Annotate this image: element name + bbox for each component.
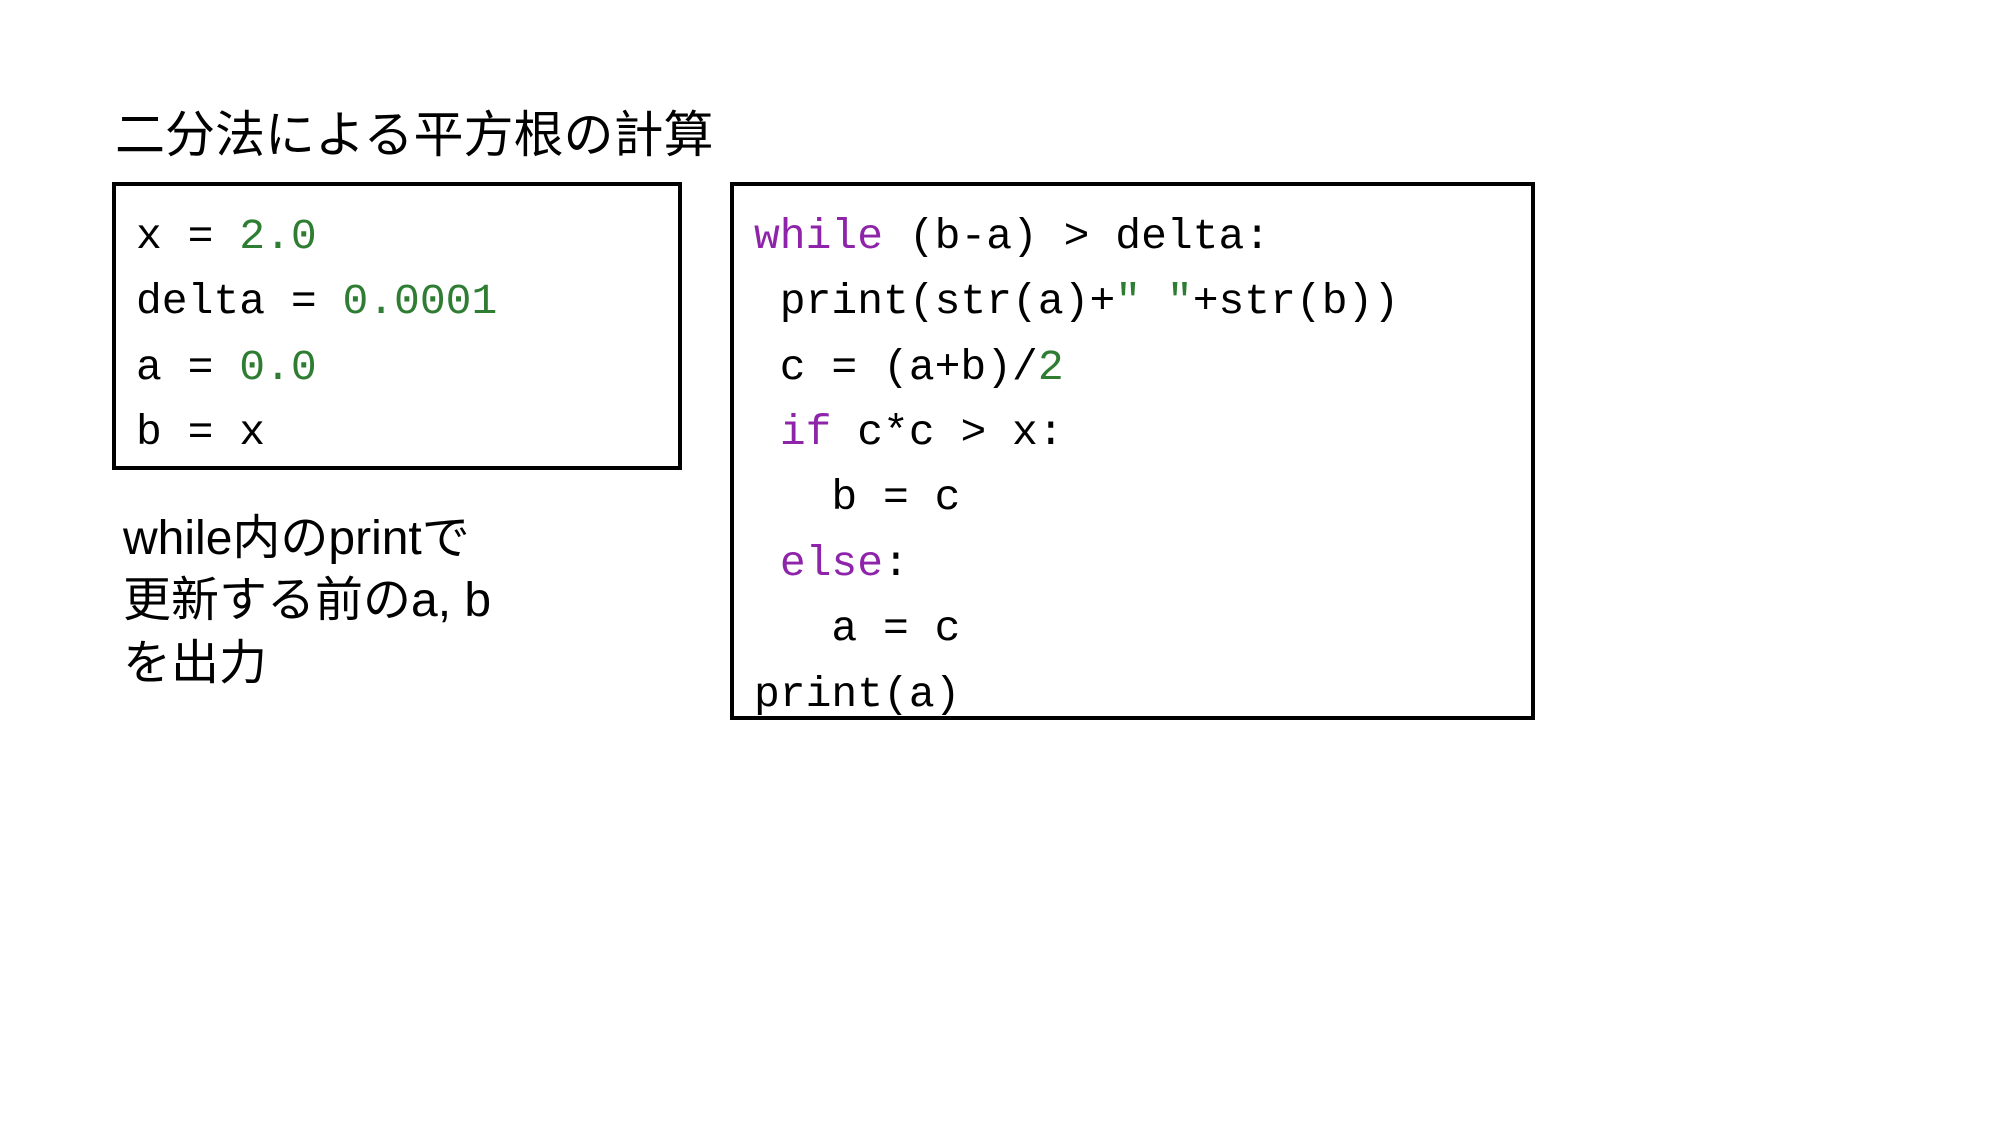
- code-line: while (b-a) > delta:: [754, 204, 1511, 269]
- code-line: if c*c > x:: [754, 400, 1511, 465]
- slide-title: 二分法による平方根の計算: [115, 95, 714, 167]
- code-line: print(a): [754, 662, 1511, 727]
- code-line: a = c: [754, 596, 1511, 661]
- code-line: print(str(a)+" "+str(b)): [754, 269, 1511, 334]
- code-line: b = x: [136, 400, 658, 465]
- code-line: else:: [754, 531, 1511, 596]
- code-line: a = 0.0: [136, 335, 658, 400]
- code-line: b = c: [754, 465, 1511, 530]
- explanation-note: while内のprintで更新する前のa, bを出力: [123, 508, 491, 695]
- code-box-loop: while (b-a) > delta: print(str(a)+" "+st…: [730, 182, 1535, 720]
- code-line: c = (a+b)/2: [754, 335, 1511, 400]
- code-line: delta = 0.0001: [136, 269, 658, 334]
- code-box-initialization: x = 2.0 delta = 0.0001 a = 0.0 b = x: [112, 182, 682, 470]
- code-line: x = 2.0: [136, 204, 658, 269]
